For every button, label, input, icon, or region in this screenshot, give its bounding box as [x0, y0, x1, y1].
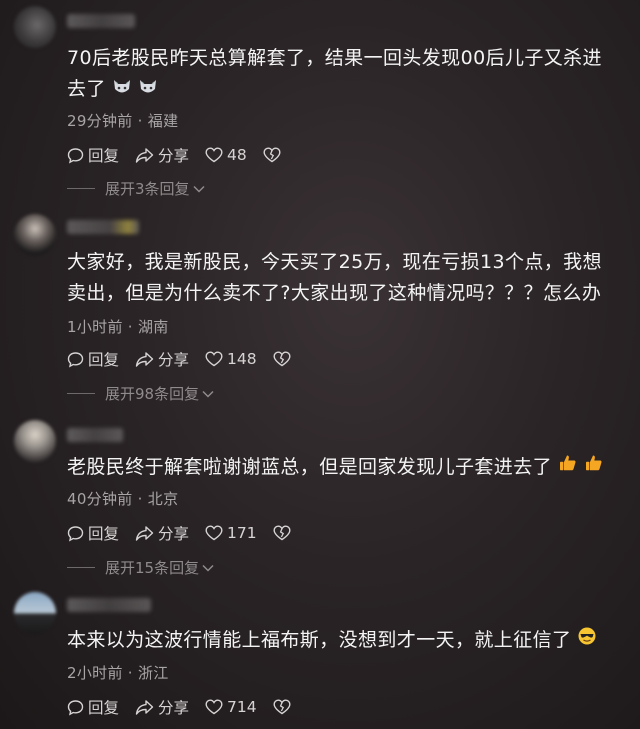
username-blurred[interactable] [67, 14, 135, 28]
username-blurred[interactable] [67, 220, 139, 234]
reply-label: 回复 [88, 699, 120, 717]
comment-actions: 回复 分享 714 [67, 696, 311, 718]
username-blurred[interactable] [67, 598, 151, 612]
comment-item: 老股民终于解套啦谢谢蓝总，但是回家发现儿子套进去了 40分钟前 · 北京 回复 … [0, 418, 640, 588]
avatar[interactable] [14, 6, 56, 48]
comment-text: 老股民终于解套啦谢谢蓝总，但是回家发现儿子套进去了 [67, 452, 632, 483]
heart-icon [205, 147, 223, 163]
dislike-button[interactable] [263, 147, 285, 163]
comment-meta: 40分钟前 · 北京 [67, 490, 179, 508]
avatar[interactable] [14, 420, 56, 462]
comment-text: 70后老股民昨天总算解套了，结果一回头发现00后儿子又杀进 去了 [67, 43, 632, 105]
divider-line [67, 567, 95, 568]
comment-meta: 1小时前 · 湖南 [67, 318, 169, 336]
broken-heart-icon [273, 525, 291, 541]
chevron-down-icon [193, 185, 205, 193]
like-button[interactable]: 48 [205, 146, 247, 164]
share-button[interactable]: 分享 [135, 522, 189, 544]
reply-icon [67, 699, 84, 716]
share-label: 分享 [158, 351, 190, 369]
expand-replies-button[interactable]: 展开3条回复 [67, 178, 206, 199]
dislike-button[interactable] [273, 699, 295, 715]
share-icon [135, 351, 154, 367]
comment-actions: 回复 分享 48 [67, 144, 301, 166]
share-icon [135, 525, 154, 541]
expand-label: 展开3条回复 [105, 180, 190, 198]
like-count: 171 [227, 524, 257, 542]
cat-face-icon [138, 74, 158, 105]
like-count: 714 [227, 698, 257, 716]
comment-item: 本来以为这波行情能上福布斯，没想到才一天，就上征信了 2小时前 · 浙江 回复 … [0, 590, 640, 729]
chevron-down-icon [202, 390, 214, 398]
share-icon [135, 699, 154, 715]
reply-button[interactable]: 回复 [67, 348, 119, 370]
heart-icon [205, 699, 223, 715]
reply-label: 回复 [88, 525, 120, 543]
dislike-button[interactable] [273, 525, 295, 541]
comment-actions: 回复 分享 171 [67, 522, 311, 544]
divider-line [67, 188, 95, 189]
expand-replies-button[interactable]: 展开15条回复 [67, 557, 215, 578]
comment-text-line: 卖出，但是为什么卖不了?大家出现了这种情况吗？？？怎么办 [67, 282, 602, 304]
thumbs-up-icon [558, 452, 578, 483]
comment-text-line: 大家好，我是新股民，今天买了25万，现在亏损13个点，我想 [67, 251, 602, 273]
expand-label: 展开15条回复 [105, 559, 200, 577]
comment-text: 本来以为这波行情能上福布斯，没想到才一天，就上征信了 [67, 625, 632, 656]
like-button[interactable]: 171 [205, 524, 257, 542]
divider-line [67, 393, 95, 394]
comment-text-line: 老股民终于解套啦谢谢蓝总，但是回家发现儿子套进去了 [67, 452, 632, 483]
reply-button[interactable]: 回复 [67, 696, 119, 718]
share-label: 分享 [158, 525, 190, 543]
broken-heart-icon [263, 147, 281, 163]
like-count: 148 [227, 350, 257, 368]
username-blurred[interactable] [67, 428, 123, 442]
comment-text-line: 本来以为这波行情能上福布斯，没想到才一天，就上征信了 [67, 625, 632, 656]
expand-label: 展开98条回复 [105, 385, 200, 403]
share-button[interactable]: 分享 [135, 348, 189, 370]
dislike-button[interactable] [273, 351, 295, 367]
comment-text-line: 70后老股民昨天总算解套了，结果一回头发现00后儿子又杀进 [67, 47, 602, 69]
avatar[interactable] [14, 214, 56, 256]
avatar[interactable] [14, 592, 56, 634]
share-label: 分享 [158, 699, 190, 717]
comment-item: 大家好，我是新股民，今天买了25万，现在亏损13个点，我想 卖出，但是为什么卖不… [0, 210, 640, 415]
like-button[interactable]: 714 [205, 698, 257, 716]
reply-button[interactable]: 回复 [67, 144, 119, 166]
reply-label: 回复 [88, 147, 120, 165]
reply-icon [67, 147, 84, 164]
reply-icon [67, 351, 84, 368]
comment-meta: 2小时前 · 浙江 [67, 664, 169, 682]
comment-text-line: 去了 [67, 74, 632, 105]
comment-text: 大家好，我是新股民，今天买了25万，现在亏损13个点，我想 卖出，但是为什么卖不… [67, 247, 632, 309]
heart-icon [205, 525, 223, 541]
comment-item: 70后老股民昨天总算解套了，结果一回头发现00后儿子又杀进 去了 29分钟前 ·… [0, 0, 640, 205]
share-label: 分享 [158, 147, 190, 165]
reply-button[interactable]: 回复 [67, 522, 119, 544]
like-count: 48 [227, 146, 247, 164]
heart-icon [205, 351, 223, 367]
comment-meta: 29分钟前 · 福建 [67, 112, 179, 130]
sunglasses-face-icon [577, 625, 597, 656]
comment-actions: 回复 分享 148 [67, 348, 311, 370]
reply-icon [67, 525, 84, 542]
broken-heart-icon [273, 699, 291, 715]
thumbs-up-icon [584, 452, 604, 483]
expand-replies-button[interactable]: 展开98条回复 [67, 383, 215, 404]
broken-heart-icon [273, 351, 291, 367]
cat-face-icon [112, 74, 132, 105]
share-icon [135, 147, 154, 163]
chevron-down-icon [202, 564, 214, 572]
share-button[interactable]: 分享 [135, 696, 189, 718]
share-button[interactable]: 分享 [135, 144, 189, 166]
reply-label: 回复 [88, 351, 120, 369]
like-button[interactable]: 148 [205, 350, 257, 368]
